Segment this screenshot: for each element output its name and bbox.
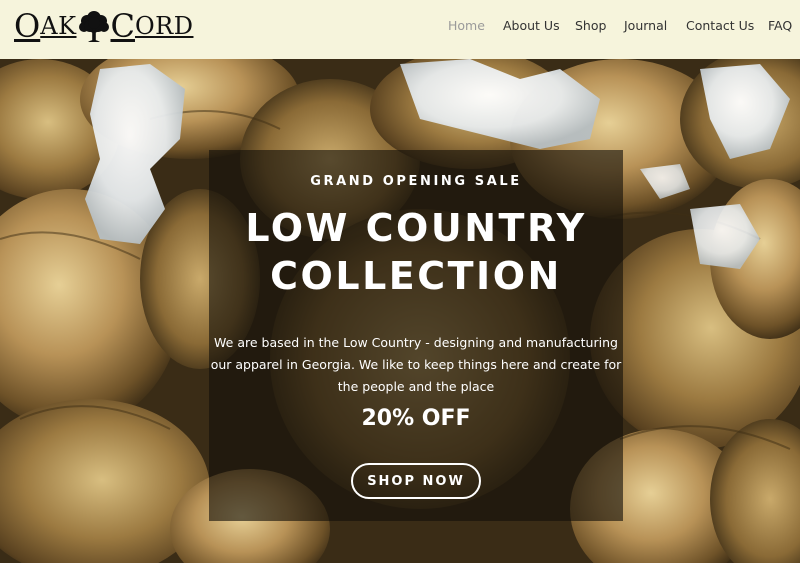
promo-discount: 20% OFF — [361, 406, 471, 431]
promo-panel: GRAND OPENING SALE LOW COUNTRY COLLECTIO… — [209, 150, 623, 521]
nav-home[interactable]: Home — [448, 18, 485, 33]
site-header: O AK C ORD Home About Us Shop Journal Co… — [0, 0, 800, 59]
nav-journal[interactable]: Journal — [624, 18, 667, 33]
nav-about-us[interactable]: About Us — [503, 18, 560, 33]
promo-description: We are based in the Low Country - design… — [209, 332, 623, 398]
promo-description-line-2: our apparel in Georgia. We like to keep … — [210, 357, 622, 372]
shop-now-button[interactable]: SHOP NOW — [351, 463, 481, 499]
promo-title-line-1: LOW COUNTRY — [245, 206, 587, 250]
nav-contact-us[interactable]: Contact Us — [686, 18, 754, 33]
promo-description-line-3: the people and the place — [337, 379, 495, 394]
promo-title-line-2: COLLECTION — [270, 254, 562, 298]
main-nav: Home About Us Shop Journal Contact Us FA… — [0, 18, 800, 34]
nav-faq[interactable]: FAQ — [768, 18, 792, 33]
nav-shop[interactable]: Shop — [575, 18, 606, 33]
hero-banner: GRAND OPENING SALE LOW COUNTRY COLLECTIO… — [0, 59, 800, 563]
promo-description-line-1: We are based in the Low Country - design… — [214, 335, 618, 350]
promo-eyebrow: GRAND OPENING SALE — [310, 174, 522, 189]
promo-title: LOW COUNTRY COLLECTION — [209, 204, 623, 300]
